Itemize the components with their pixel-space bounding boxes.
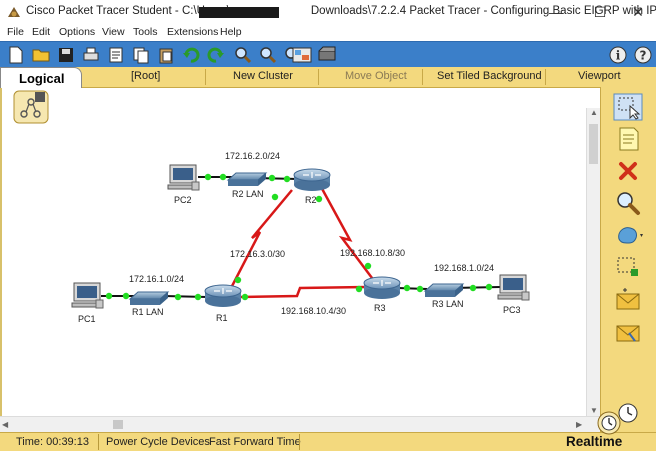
divider bbox=[299, 434, 300, 450]
pc1-label: PC1 bbox=[78, 314, 96, 324]
new-cluster-button[interactable]: New Cluster bbox=[233, 70, 293, 82]
add-complex-pdu-icon[interactable] bbox=[613, 319, 643, 347]
activity-wizard-icon[interactable] bbox=[106, 45, 126, 65]
menu-tools[interactable]: Tools bbox=[133, 26, 158, 38]
open-folder-icon[interactable] bbox=[31, 45, 51, 65]
main-toolbar: i ? bbox=[0, 41, 656, 69]
paste-icon[interactable] bbox=[156, 45, 176, 65]
save-icon[interactable] bbox=[56, 45, 76, 65]
serial-link-r1-r3 bbox=[239, 285, 367, 299]
place-note-icon[interactable] bbox=[613, 125, 643, 153]
router-r2-label: R2 bbox=[305, 195, 317, 205]
navigation-panel-icon[interactable] bbox=[13, 90, 49, 124]
pc1-icon[interactable] bbox=[71, 282, 104, 309]
info-icon[interactable]: i bbox=[608, 45, 628, 65]
pc3-label: PC3 bbox=[503, 305, 521, 315]
menu-file[interactable]: File bbox=[7, 26, 24, 38]
router-r3-icon[interactable] bbox=[363, 276, 401, 299]
add-simple-pdu-icon[interactable] bbox=[613, 287, 643, 315]
vertical-scrollbar[interactable]: ▲ ▼ bbox=[586, 108, 601, 416]
redacted-username bbox=[199, 7, 279, 18]
logical-workspace-canvas[interactable]: PC1 PC2 PC3 R1 LAN R2 LAN R3 LAN R1 R2 R… bbox=[0, 88, 588, 416]
svg-text:i: i bbox=[616, 49, 621, 63]
simulation-time: Time: 00:39:13 bbox=[16, 436, 89, 448]
menu-bar: File Edit Options View Tools Extensions … bbox=[0, 24, 656, 41]
maximize-button[interactable]: ☐ bbox=[580, 2, 620, 22]
divider bbox=[205, 69, 206, 85]
resize-shape-icon[interactable] bbox=[613, 253, 643, 281]
copy-icon[interactable] bbox=[131, 45, 151, 65]
menu-view[interactable]: View bbox=[102, 26, 125, 38]
network-label-r1-r2: 172.16.3.0/30 bbox=[230, 249, 285, 259]
move-object-button[interactable]: Move Object bbox=[345, 70, 407, 82]
zoom-in-icon[interactable] bbox=[233, 45, 253, 65]
menu-options[interactable]: Options bbox=[59, 26, 95, 38]
network-label-r2-r3: 192.168.10.8/30 bbox=[340, 248, 405, 258]
divider bbox=[545, 69, 546, 85]
switch-r1-lan-label: R1 LAN bbox=[132, 307, 164, 317]
menu-help[interactable]: Help bbox=[220, 26, 242, 38]
minimize-button[interactable]: — bbox=[536, 2, 576, 22]
menu-edit[interactable]: Edit bbox=[32, 26, 50, 38]
scroll-left-arrow-icon[interactable]: ◀ bbox=[2, 418, 12, 432]
realtime-mode-label[interactable]: Realtime bbox=[566, 434, 622, 449]
network-label-lan1: 172.16.1.0/24 bbox=[129, 274, 184, 284]
drawing-shape-icon[interactable] bbox=[613, 221, 643, 249]
redo-icon[interactable] bbox=[206, 45, 226, 65]
new-file-icon[interactable] bbox=[6, 45, 26, 65]
router-r2-icon[interactable] bbox=[293, 168, 331, 191]
network-label-lan3: 192.168.1.0/24 bbox=[434, 263, 494, 273]
svg-text:?: ? bbox=[640, 49, 647, 63]
title-bar: Cisco Packet Tracer Student - C:\Users\ D… bbox=[0, 0, 656, 24]
horizontal-scrollbar[interactable]: ◀ ▶ bbox=[0, 416, 600, 433]
fast-forward-time-button[interactable]: Fast Forward Time bbox=[209, 436, 301, 448]
switch-r3-lan-label: R3 LAN bbox=[432, 299, 464, 309]
drawing-palette-icon[interactable] bbox=[291, 45, 313, 65]
network-label-lan2: 172.16.2.0/24 bbox=[225, 151, 280, 161]
status-bar: Time: 00:39:13 Power Cycle Devices Fast … bbox=[0, 432, 656, 451]
custom-device-dialog-icon[interactable] bbox=[316, 45, 338, 65]
pc2-label: PC2 bbox=[174, 195, 192, 205]
serial-link-r1-r2 bbox=[228, 189, 293, 291]
set-tiled-background-button[interactable]: Set Tiled Background bbox=[437, 70, 542, 82]
router-r1-icon[interactable] bbox=[204, 284, 242, 307]
help-icon[interactable]: ? bbox=[633, 45, 653, 65]
pc3-icon[interactable] bbox=[497, 274, 530, 301]
pc2-icon[interactable] bbox=[167, 164, 200, 191]
divider bbox=[318, 69, 319, 85]
horizontal-scroll-thumb[interactable] bbox=[113, 420, 123, 429]
divider bbox=[98, 434, 99, 450]
zoom-reset-icon[interactable] bbox=[258, 45, 278, 65]
power-cycle-devices-button[interactable]: Power Cycle Devices bbox=[106, 436, 210, 448]
switch-r1-lan-icon[interactable] bbox=[128, 291, 170, 305]
topology-diagram: PC1 PC2 PC3 R1 LAN R2 LAN R3 LAN R1 R2 R… bbox=[71, 151, 530, 324]
workspace-bar: [Root] New Cluster Move Object Set Tiled… bbox=[0, 67, 656, 88]
scroll-up-arrow-icon[interactable]: ▲ bbox=[587, 108, 601, 118]
packet-tracer-app-icon bbox=[8, 7, 20, 17]
common-tools-panel bbox=[600, 87, 656, 432]
router-r1-label: R1 bbox=[216, 313, 228, 323]
switch-r2-lan-icon[interactable] bbox=[226, 172, 268, 186]
close-button[interactable]: ✕ bbox=[618, 2, 656, 22]
inspect-icon[interactable] bbox=[613, 189, 643, 217]
vertical-scroll-thumb[interactable] bbox=[589, 124, 598, 164]
network-label-r1-r3: 192.168.10.4/30 bbox=[281, 306, 346, 316]
root-cluster-link[interactable]: [Root] bbox=[131, 70, 160, 82]
realtime-mode-clock-icon[interactable] bbox=[596, 410, 622, 436]
viewport-button[interactable]: Viewport bbox=[578, 70, 621, 82]
switch-r3-lan-icon[interactable] bbox=[423, 283, 465, 297]
scroll-right-arrow-icon[interactable]: ▶ bbox=[576, 418, 586, 432]
print-icon[interactable] bbox=[81, 45, 101, 65]
divider bbox=[422, 69, 423, 85]
logical-tab-label: Logical bbox=[19, 71, 65, 86]
select-tool-icon[interactable] bbox=[613, 93, 643, 121]
switch-r2-lan-label: R2 LAN bbox=[232, 189, 264, 199]
logical-tab[interactable]: Logical bbox=[0, 67, 82, 90]
undo-icon[interactable] bbox=[181, 45, 201, 65]
menu-extensions[interactable]: Extensions bbox=[167, 26, 218, 38]
router-r3-label: R3 bbox=[374, 303, 386, 313]
delete-icon[interactable] bbox=[613, 157, 643, 185]
